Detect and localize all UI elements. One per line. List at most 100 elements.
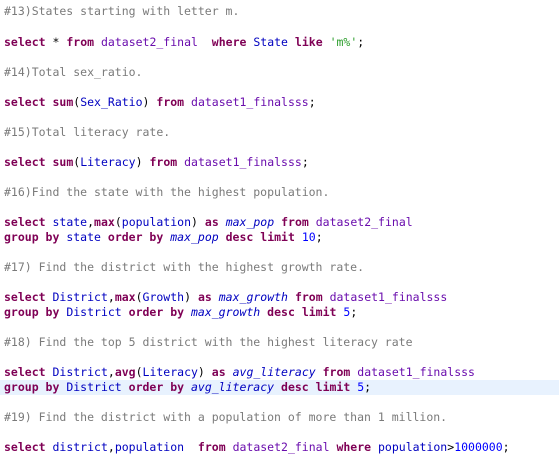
keyword-token: order by [107, 230, 164, 244]
keyword-token: order by [128, 380, 185, 394]
keyword-token: from [322, 365, 351, 379]
operator-token: ) [135, 155, 143, 169]
keyword-token: like [294, 35, 323, 49]
operator-token: ; [364, 380, 372, 394]
comment-token: #18) Find the top 5 district with the hi… [4, 335, 413, 349]
comment-token: #14)Total sex_ratio. [4, 65, 143, 79]
keyword-token: limit [260, 230, 295, 244]
comment-token: #17) Find the district with the highest … [4, 260, 365, 274]
comment-line[interactable]: #17) Find the district with the highest … [0, 260, 559, 275]
keyword-token: select [4, 215, 46, 229]
keyword-token: desc [281, 380, 309, 394]
keyword-token: group by [4, 305, 60, 319]
code-line[interactable]: group by state order by max_pop desc lim… [0, 230, 559, 245]
keyword-token: select [4, 290, 46, 304]
operator-token: ; [308, 95, 316, 109]
comment-line[interactable]: #13)States starting with letter m. [0, 4, 559, 19]
function-name-token: max [94, 215, 115, 229]
operator-token: , [107, 290, 115, 304]
operator-token: ) [191, 215, 198, 229]
comment-token: #13)States starting with letter m. [4, 4, 240, 18]
identifier-token: district [52, 440, 108, 454]
comment-line[interactable]: #18) Find the top 5 district with the hi… [0, 335, 559, 350]
operator-token: , [107, 365, 115, 379]
operator-token: ; [301, 155, 309, 169]
sql-editor[interactable]: #13)States starting with letter m. select… [0, 0, 559, 459]
comment-line[interactable]: #16)Find the state with the highest popu… [0, 185, 559, 200]
operator-token: ) [184, 290, 192, 304]
code-line[interactable]: select district,population from dataset2… [0, 440, 559, 455]
keyword-token: group by [4, 230, 60, 244]
function-name-token: avg [114, 365, 136, 379]
keyword-token: select [4, 155, 46, 169]
code-line[interactable]: select District,max(Growth) as max_growt… [0, 290, 559, 305]
identifier-token: population [121, 215, 192, 229]
string-literal-token: 'm%' [329, 35, 358, 49]
table-name-token: dataset1_finalsss [184, 155, 302, 169]
function-name-token: max [114, 290, 136, 304]
comment-line[interactable]: #15)Total literacy rate. [0, 125, 559, 140]
table-name-token: dataset1_finalsss [329, 290, 448, 304]
code-line[interactable]: select state,max(population) as max_pop … [0, 215, 559, 230]
comment-token: #16)Find the state with the highest popu… [4, 185, 330, 199]
operator-token: ; [315, 230, 323, 244]
code-line[interactable]: select * from dataset2_final where State… [0, 35, 559, 50]
code-line[interactable]: group by District order by max_growth de… [0, 305, 559, 320]
operator-token: , [107, 440, 115, 454]
operator-token: ; [350, 305, 358, 319]
alias-token: avg_literacy [190, 380, 275, 394]
table-name-token: dataset1_finalsss [191, 95, 309, 109]
table-name-token: dataset2_final [101, 35, 198, 49]
comment-token: #19) Find the district with a population… [4, 410, 448, 424]
keyword-token: select [4, 95, 46, 109]
keyword-token: limit [301, 305, 337, 319]
operator-token: ; [502, 440, 510, 454]
keyword-token: limit [315, 380, 351, 394]
comment-line[interactable]: #19) Find the district with a population… [0, 410, 559, 425]
keyword-token: order by [128, 305, 185, 319]
keyword-token: as [204, 215, 219, 229]
current-code-line[interactable]: group by District order by avg_literacy … [0, 380, 559, 395]
comment-line[interactable]: #14)Total sex_ratio. [0, 65, 559, 80]
code-line[interactable]: select District,avg(Literacy) as avg_lit… [0, 365, 559, 380]
keyword-token: as [211, 365, 226, 379]
identifier-token: population [378, 440, 448, 454]
operator-token: ( [135, 290, 143, 304]
keyword-token: select [4, 35, 46, 49]
keyword-token: from [197, 440, 226, 454]
identifier-token: District [52, 290, 108, 304]
identifier-token: Sex_Ratio [80, 95, 143, 109]
function-name-token: sum [52, 95, 74, 109]
identifier-token: State [253, 35, 288, 49]
alias-token: max_growth [218, 290, 288, 304]
identifier-token: state [66, 230, 101, 244]
code-line[interactable]: select sum(Literacy) from dataset1_final… [0, 155, 559, 170]
alias-token: avg_literacy [232, 365, 316, 379]
number-literal-token: 1000000 [454, 440, 503, 454]
keyword-token: where [336, 440, 372, 454]
keyword-token: from [281, 215, 309, 229]
identifier-token: population [114, 440, 185, 454]
code-line[interactable]: select sum(Sex_Ratio) from dataset1_fina… [0, 95, 559, 110]
keyword-token: where [211, 35, 247, 49]
